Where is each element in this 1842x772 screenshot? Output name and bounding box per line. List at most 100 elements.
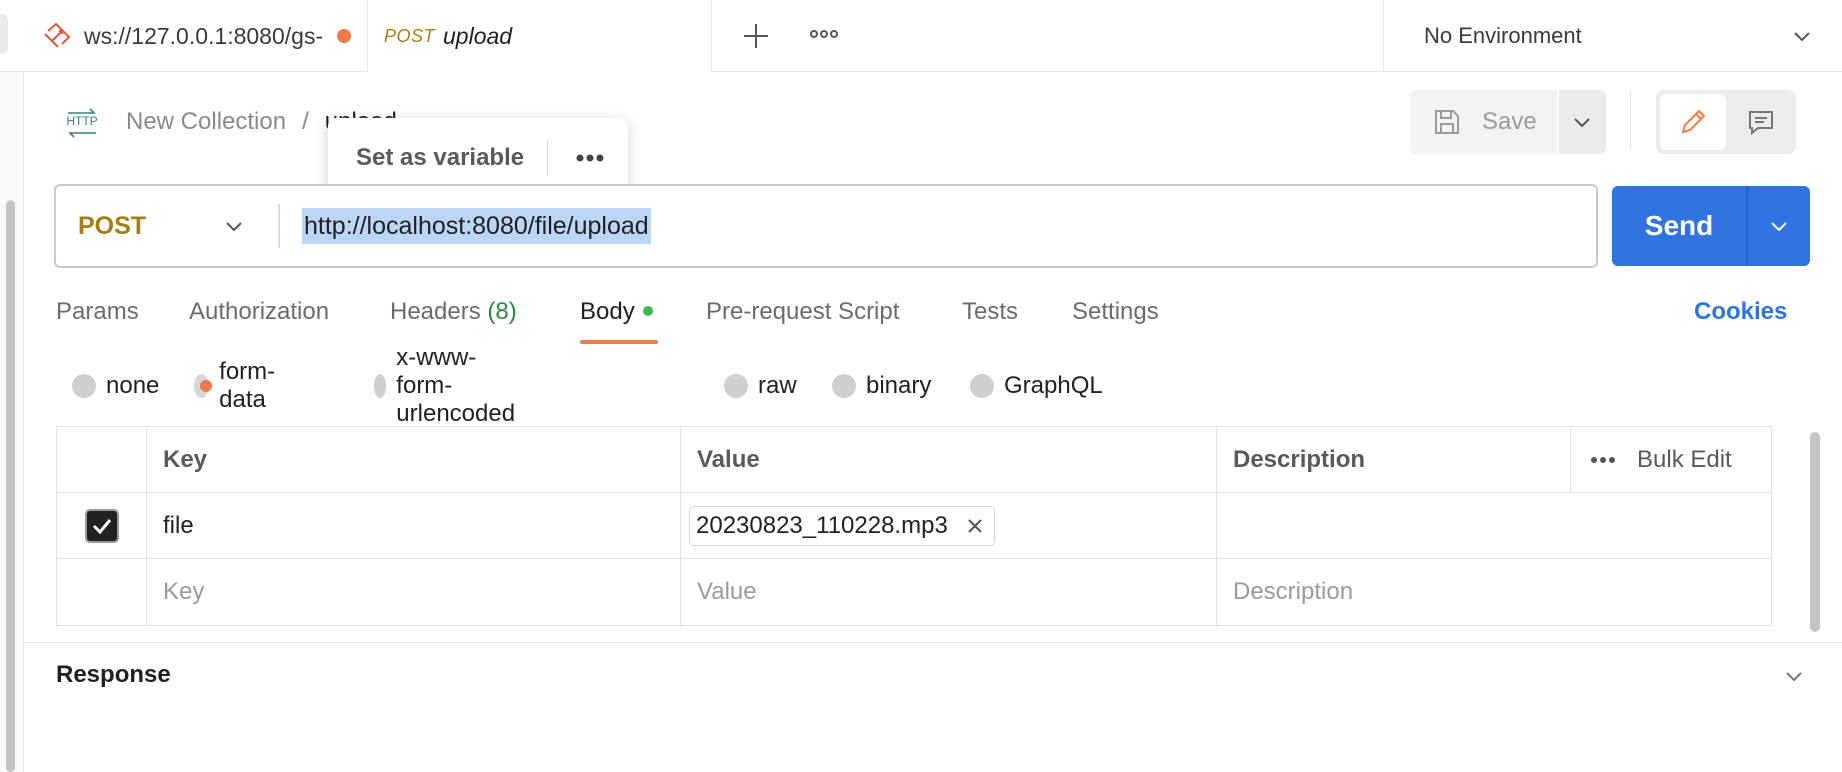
radio-button[interactable] [724,374,748,398]
row-check-cell [57,559,147,625]
new-value-input[interactable]: Value [681,559,1217,625]
save-options-button[interactable] [1558,90,1606,154]
tab-websocket[interactable]: ws://127.0.0.1:8080/gs- [24,0,368,72]
header-check-cell [57,427,147,493]
comment-icon [1749,111,1773,136]
tab-options-button[interactable] [806,22,842,46]
environment-selector[interactable]: No Environment [1383,0,1842,72]
close-icon[interactable] [966,517,984,535]
websocket-icon [42,21,72,51]
body-mode-binary[interactable]: binary [832,368,931,404]
tab-method: POST [384,25,436,46]
chevron-down-icon[interactable] [1782,664,1806,688]
scrollbar-thumb[interactable] [6,200,15,772]
save-group: Save [1410,90,1606,154]
bulk-edit-button[interactable]: Bulk Edit [1637,446,1732,474]
tab-scroll-edge[interactable] [0,14,8,54]
tab-upload[interactable]: POST upload [368,0,712,72]
description-placeholder: Description [1233,578,1354,605]
radio-button-selected[interactable] [194,374,213,398]
body-mode-graphql[interactable]: GraphQL [970,368,1103,404]
chevron-down-icon [226,222,242,232]
row-key-cell[interactable]: file [147,493,681,559]
body-mode-label: form-data [219,358,276,413]
more-horizontal-icon[interactable] [1589,454,1617,466]
row-value-cell[interactable]: 20230823_110228.mp3 [681,493,1217,559]
value-placeholder: Value [697,578,757,605]
send-group: Send [1612,186,1812,266]
table-scrollbar[interactable] [1810,432,1820,632]
popover-more-button[interactable] [570,146,610,170]
send-label: Send [1644,210,1714,241]
tab-body[interactable]: Body [580,294,653,346]
pencil-icon [1681,109,1706,134]
header-key: Key [147,427,681,493]
radio-button[interactable] [832,374,856,398]
save-button[interactable]: Save [1410,90,1557,154]
tab-label: ws://127.0.0.1:8080/gs- [84,22,324,49]
tab-headers-label: Headers [390,298,481,325]
body-mode-label: binary [866,372,932,399]
table-row: file 20230823_110228.mp3 [57,493,1771,559]
body-mode-label: x-www-form-urlencoded [396,344,516,427]
checkmark-icon [92,519,111,535]
body-mode-label: raw [758,372,797,399]
new-key-input[interactable]: Key [147,559,681,625]
body-mode-urlencoded[interactable]: x-www-form-urlencoded [374,344,527,427]
set-as-variable-button[interactable]: Set as variable [356,144,524,172]
url-divider [278,204,280,248]
body-indicator-dot [642,305,653,316]
plus-icon [744,24,768,48]
body-mode-label: none [106,372,160,399]
body-mode-form-data[interactable]: form-data [194,358,284,413]
radio-button[interactable] [374,374,387,398]
header-description: Description [1217,427,1571,493]
row-enabled-checkbox[interactable] [84,509,119,543]
toolbar-divider [1630,90,1631,150]
body-mode-raw[interactable]: raw [724,368,797,404]
breadcrumb-separator: / [302,108,309,135]
tab-settings[interactable]: Settings [1072,294,1159,346]
radio-button[interactable] [970,374,994,398]
send-options-button[interactable] [1746,186,1810,266]
response-divider[interactable] [24,642,1842,643]
method-label: POST [78,211,147,240]
send-button[interactable]: Send [1612,186,1746,266]
chevron-down-icon [1574,118,1590,128]
row-description-cell[interactable] [1217,493,1771,559]
tab-tests[interactable]: Tests [962,294,1018,346]
chevron-down-icon [1794,32,1810,42]
cookies-link[interactable]: Cookies [1694,294,1787,330]
tab-bar: ws://127.0.0.1:8080/gs- POST upload No E… [0,0,1842,72]
tab-body-label: Body [580,298,635,325]
more-horizontal-icon [576,154,604,162]
active-tab-indicator [580,340,658,344]
environment-label: No Environment [1424,23,1582,48]
tab-params[interactable]: Params [56,294,139,346]
file-chip[interactable]: 20230823_110228.mp3 [689,506,995,546]
table-row-new: Key Value Description [57,559,1771,625]
url-bar: POST http://localhost:8080/file/upload [54,184,1598,268]
tab-prerequest-script[interactable]: Pre-request Script [706,294,899,346]
method-selector[interactable]: POST [56,186,278,266]
row-check-cell [57,493,147,559]
new-description-input[interactable]: Description [1217,559,1771,625]
row-key: file [163,512,194,539]
header-value: Value [681,427,1217,493]
more-horizontal-icon [810,30,838,38]
body-mode-none[interactable]: none [72,368,159,404]
tab-authorization[interactable]: Authorization [189,294,329,346]
breadcrumb-collection[interactable]: New Collection [126,108,286,136]
comments-button[interactable] [1730,94,1792,150]
edit-mode-button[interactable] [1660,94,1726,150]
url-input[interactable]: http://localhost:8080/file/upload [302,208,651,244]
form-data-table: Key Value Description Bulk Edit file 202… [56,426,1772,626]
key-placeholder: Key [163,578,205,605]
save-label: Save [1482,108,1537,135]
http-icon: HTTP [64,105,100,139]
radio-button[interactable] [72,374,96,398]
tab-headers[interactable]: Headers (8) [390,294,517,346]
left-scrollbar[interactable] [0,72,24,772]
new-tab-button[interactable] [736,16,776,56]
body-mode-label: GraphQL [1004,372,1103,399]
